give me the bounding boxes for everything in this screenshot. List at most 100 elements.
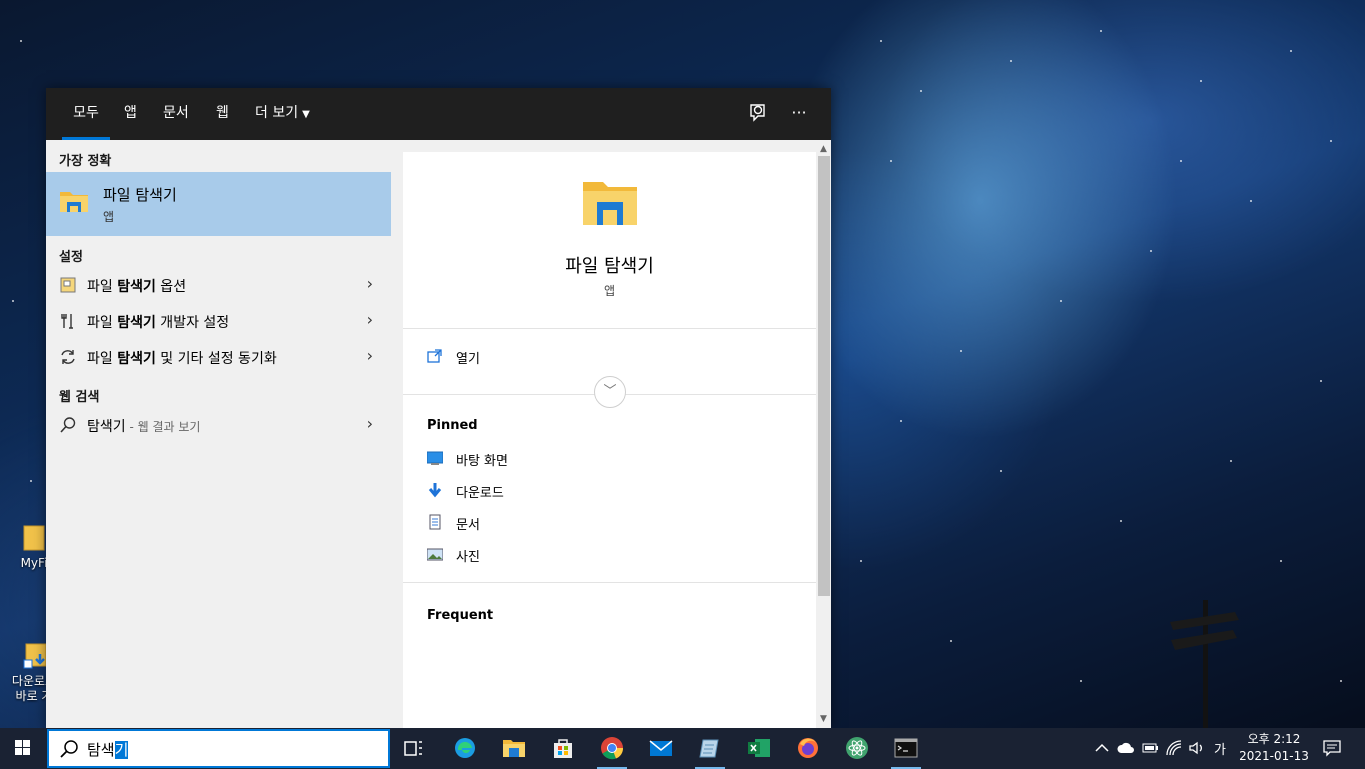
best-match-subtitle: 앱: [103, 210, 115, 224]
search-query: 탐색기: [87, 741, 129, 759]
web-search-heading: 웹 검색: [59, 390, 100, 405]
atom-icon: [846, 737, 868, 759]
web-search-label: 탐색기 - 웹 결과 보기: [87, 419, 201, 435]
tab-more[interactable]: 더 보기 ▼: [255, 88, 310, 140]
preview-scrollbar[interactable]: ▲ ▼: [816, 140, 831, 728]
folder-icon: [22, 524, 46, 552]
chevron-right-icon: ›: [366, 414, 373, 433]
preview-title: 파일 탐색기: [565, 256, 654, 277]
divider: [403, 582, 816, 583]
setting-label: 파일 탐색기 개발자 설정: [87, 315, 230, 331]
file-explorer-icon: [59, 186, 89, 216]
chevron-right-icon: ›: [366, 310, 373, 329]
windows-logo-icon: [15, 740, 30, 755]
edge-icon: [455, 738, 475, 758]
clock-time: 오후 2:12: [1247, 732, 1301, 746]
tab-documents[interactable]: 문서: [163, 88, 189, 140]
show-hidden-icons-chevron[interactable]: [1094, 739, 1110, 757]
documents-icon: [427, 514, 443, 530]
download-folder-icon: [22, 627, 47, 669]
mail-icon: [649, 740, 673, 756]
atom-taskbar-app[interactable]: [834, 728, 880, 769]
setting-file-explorer-developer[interactable]: 파일 탐색기 개발자 설정 ›: [46, 304, 391, 340]
tab-apps[interactable]: 앱: [124, 88, 137, 140]
setting-file-explorer-options[interactable]: 파일 탐색기 옵션 ›: [46, 268, 391, 304]
terminal-taskbar-app[interactable]: [883, 728, 929, 769]
mail-taskbar-app[interactable]: [638, 728, 684, 769]
battery-tray[interactable]: [1141, 740, 1159, 756]
feedback-icon[interactable]: [746, 102, 768, 124]
open-icon: [427, 348, 443, 364]
scroll-thumb[interactable]: [818, 156, 830, 596]
pictures-icon: [426, 546, 444, 562]
cloud-icon: [1117, 742, 1134, 753]
setting-label: 파일 탐색기 옵션: [87, 279, 187, 295]
firefox-taskbar-app[interactable]: [785, 728, 831, 769]
excel-icon: [748, 739, 770, 757]
desktop-icon-label: MyFi: [20, 556, 48, 570]
speaker-icon: [1189, 741, 1202, 755]
taskbar-search-input[interactable]: 탐색기: [47, 729, 390, 768]
tab-all[interactable]: 모두: [62, 88, 110, 140]
sync-icon: [59, 348, 77, 366]
search-panel: 모두 앱 문서 웹 더 보기 ▼ ··· 가장 정확 파일 탐색기 앱 설정 파…: [46, 88, 831, 728]
onedrive-tray[interactable]: [1117, 740, 1135, 756]
web-search-result[interactable]: 탐색기 - 웹 결과 보기 ›: [46, 408, 391, 444]
scroll-down-icon[interactable]: ▼: [816, 712, 831, 726]
results-list: 가장 정확 파일 탐색기 앱 설정 파일 탐색기 옵션 › 파일 탐색기 개발자…: [46, 140, 391, 728]
best-match-title: 파일 탐색기: [103, 186, 177, 204]
file-explorer-icon: [503, 740, 525, 757]
setting-file-explorer-sync[interactable]: 파일 탐색기 및 기타 설정 동기화 ›: [46, 340, 391, 376]
excel-taskbar-app[interactable]: [736, 728, 782, 769]
tab-web[interactable]: 웹: [216, 88, 229, 140]
volume-tray[interactable]: [1188, 739, 1206, 757]
scroll-up-icon[interactable]: ▲: [816, 142, 831, 156]
more-options-icon[interactable]: ···: [788, 102, 810, 124]
search-icon: [59, 416, 77, 434]
notepad-icon: [699, 739, 719, 758]
search-icon: [59, 739, 79, 759]
chrome-taskbar-app[interactable]: [589, 728, 635, 769]
expand-chevron-down-icon[interactable]: ﹀: [594, 376, 626, 408]
store-taskbar-app[interactable]: [540, 728, 586, 769]
wifi-tray[interactable]: [1165, 739, 1183, 757]
start-button[interactable]: [0, 728, 46, 769]
folder-options-icon: [59, 276, 77, 294]
desktop-icon: [426, 450, 444, 466]
chrome-icon: [601, 737, 624, 760]
clock[interactable]: 오후 2:12 2021-01-13: [1232, 731, 1316, 765]
signpost-silhouette: [1165, 600, 1245, 730]
download-icon: [427, 482, 443, 498]
chevron-up-icon: [1095, 743, 1109, 752]
file-explorer-large-icon: [581, 178, 639, 228]
best-match-item[interactable]: 파일 탐색기 앱: [46, 172, 391, 236]
taskbar: 탐색기 가 오후 2:12 2021-01-13: [0, 728, 1365, 769]
preview-pane: 파일 탐색기 앱 열기 ﹀ Pinned 바탕 화면 다운로드 문서 사진 Fr…: [403, 152, 816, 728]
notification-icon: [1323, 740, 1341, 757]
ime-indicator[interactable]: 가: [1214, 739, 1226, 769]
action-center-button[interactable]: [1322, 739, 1342, 757]
chevron-right-icon: ›: [366, 346, 373, 365]
edge-taskbar-app[interactable]: [442, 728, 488, 769]
developer-tools-icon: [59, 312, 77, 330]
battery-icon: [1142, 743, 1158, 753]
task-view-button[interactable]: [391, 728, 437, 769]
store-icon: [554, 739, 572, 758]
notepad-taskbar-app[interactable]: [687, 728, 733, 769]
file-explorer-taskbar-app[interactable]: [491, 728, 537, 769]
terminal-icon: [894, 738, 918, 758]
task-view-icon: [404, 741, 422, 756]
divider: [403, 328, 816, 329]
pinned-heading: Pinned: [427, 418, 478, 433]
firefox-icon: [798, 738, 818, 758]
search-tabs-bar: 모두 앱 문서 웹 더 보기 ▼ ···: [46, 88, 831, 140]
setting-label: 파일 탐색기 및 기타 설정 동기화: [87, 351, 277, 367]
open-label: 열기: [456, 352, 480, 367]
clock-date: 2021-01-13: [1239, 749, 1309, 763]
frequent-heading: Frequent: [427, 608, 494, 623]
preview-subtitle: 앱: [603, 284, 616, 298]
caret-down-icon: ▼: [302, 109, 310, 120]
best-match-heading: 가장 정확: [59, 154, 112, 169]
chevron-right-icon: ›: [366, 274, 373, 293]
settings-heading: 설정: [59, 250, 83, 265]
